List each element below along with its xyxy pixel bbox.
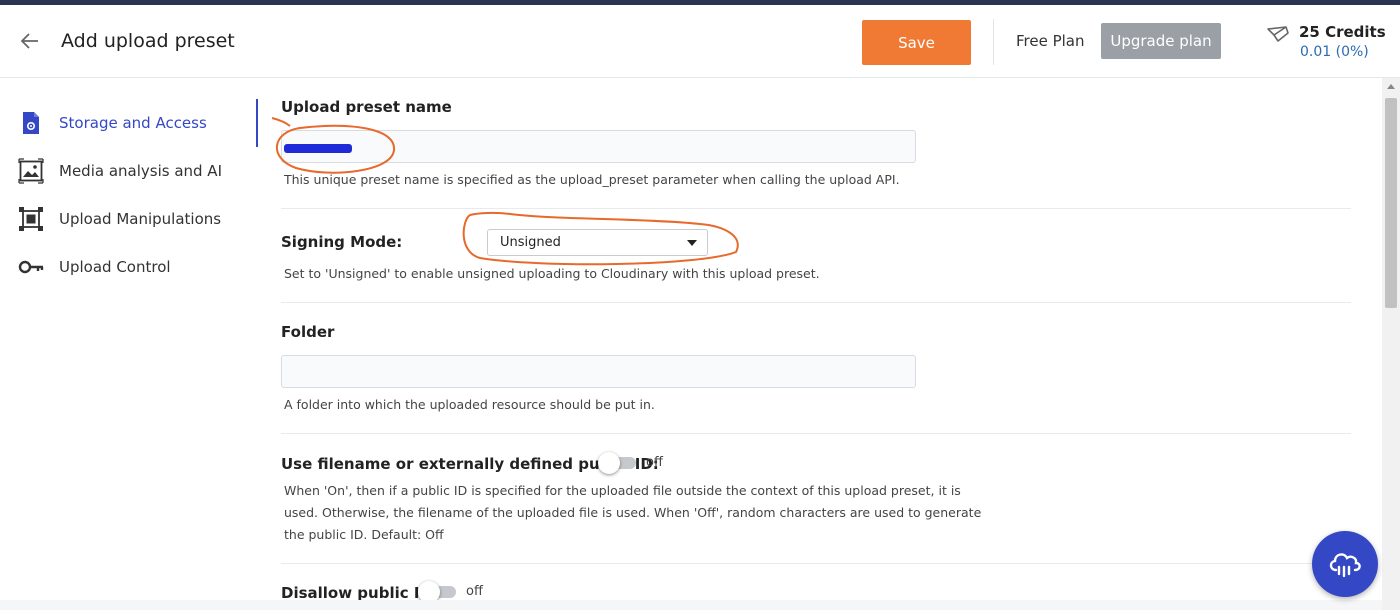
chevron-down-icon [687, 240, 697, 246]
use-filename-toggle[interactable] [598, 452, 636, 474]
use-filename-help-line-3: the public ID. Default: Off [284, 527, 444, 542]
crop-frame-icon [18, 206, 44, 232]
sidebar-item-upload-control[interactable]: Upload Control [0, 243, 258, 291]
preset-name-input[interactable] [281, 130, 916, 163]
key-icon [18, 254, 44, 280]
signing-mode-help: Set to 'Unsigned' to enable unsigned upl… [284, 266, 820, 281]
cloud-icon [1329, 553, 1361, 578]
scroll-up-arrow-icon[interactable] [1387, 84, 1395, 89]
back-arrow-icon[interactable] [18, 29, 42, 53]
section-divider [281, 433, 1351, 434]
sidebar-item-label: Media analysis and AI [59, 162, 222, 180]
disallow-public-id-state: off [466, 584, 483, 599]
cloud-upload-fab[interactable] [1312, 531, 1378, 597]
folder-label: Folder [281, 323, 335, 341]
sidebar-item-upload-manipulations[interactable]: Upload Manipulations [0, 195, 258, 243]
signing-mode-label: Signing Mode: [281, 233, 403, 251]
preset-form: Upload preset name This unique preset na… [260, 78, 1382, 610]
section-divider [281, 208, 1351, 209]
file-settings-icon [18, 110, 44, 136]
sidebar-item-label: Storage and Access [59, 114, 207, 132]
folder-input[interactable] [281, 355, 916, 388]
credits-count: 25 Credits [1299, 23, 1386, 41]
page-bottom [0, 600, 1400, 610]
save-button[interactable]: Save [862, 20, 971, 65]
preset-name-label: Upload preset name [281, 98, 452, 116]
sidebar-item-label: Upload Manipulations [59, 210, 222, 228]
plan-label: Free Plan [1016, 32, 1085, 50]
upgrade-plan-button[interactable]: Upgrade plan [1101, 23, 1221, 59]
image-icon [18, 158, 44, 184]
sidebar-item-label: Upload Control [59, 258, 171, 276]
use-filename-help-line-2: used. Otherwise, the filename of the upl… [284, 505, 982, 520]
toggle-knob [598, 452, 620, 474]
signing-mode-value: Unsigned [500, 235, 561, 250]
folder-help: A folder into which the uploaded resourc… [284, 397, 655, 412]
sidebar-item-storage-and-access[interactable]: Storage and Access [0, 99, 258, 147]
redacted-value [284, 144, 352, 153]
scrollbar-thumb[interactable] [1385, 98, 1397, 308]
settings-sidebar: Storage and Access Media analysis and AI… [0, 78, 260, 610]
credits-usage[interactable]: 0.01 (0%) [1300, 44, 1369, 60]
section-divider [281, 302, 1351, 303]
use-filename-state: off [646, 455, 663, 470]
use-filename-help-line-1: When 'On', then if a public ID is specif… [284, 483, 961, 498]
header-divider [993, 19, 994, 65]
page-title: Add upload preset [61, 30, 235, 52]
sidebar-item-media-analysis[interactable]: Media analysis and AI [0, 147, 258, 195]
signing-mode-select[interactable]: Unsigned [487, 229, 708, 256]
credits-icon [1266, 25, 1292, 43]
preset-name-help: This unique preset name is specified as … [284, 172, 900, 187]
section-divider [281, 563, 1351, 564]
page-header: Add upload preset Save Free Plan Upgrade… [0, 5, 1400, 78]
vertical-scrollbar[interactable] [1382, 78, 1400, 610]
